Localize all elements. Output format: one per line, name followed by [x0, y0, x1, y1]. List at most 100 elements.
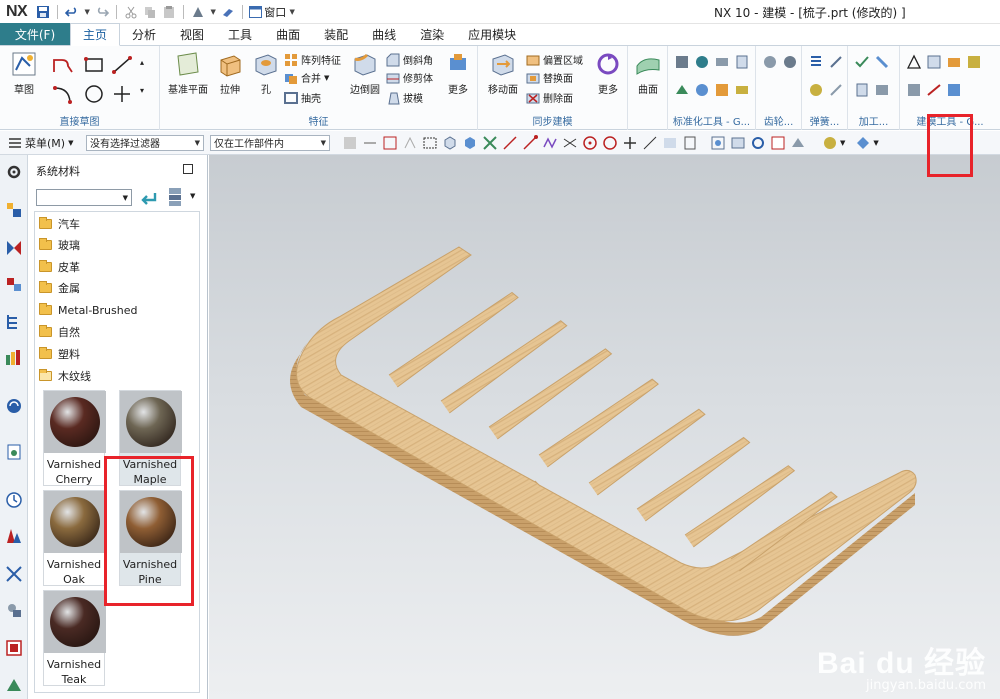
- tab-assembly[interactable]: 装配: [312, 23, 360, 45]
- undo-icon[interactable]: [64, 4, 80, 20]
- spring-tool-2-icon[interactable]: [828, 54, 844, 70]
- modeling-tool-4-icon[interactable]: [966, 54, 982, 70]
- folder-metal[interactable]: 金属: [39, 278, 80, 298]
- sketch-more-down-icon[interactable]: ▾: [140, 86, 144, 95]
- line-icon[interactable]: [112, 56, 132, 74]
- sketch-button[interactable]: 草图: [6, 50, 42, 96]
- select-tool-2-icon[interactable]: [362, 135, 378, 151]
- tab-surface[interactable]: 曲面: [264, 23, 312, 45]
- rectangle-icon[interactable]: [84, 56, 104, 74]
- folder-nature[interactable]: 自然: [39, 322, 80, 342]
- display-options-icon[interactable]: [855, 135, 871, 151]
- repeat-command-icon[interactable]: [190, 4, 206, 20]
- tab-home[interactable]: 主页: [70, 23, 121, 46]
- snap-quadrant-icon[interactable]: [602, 135, 618, 151]
- machining-tool-1-icon[interactable]: [854, 54, 870, 70]
- view-mode-icon[interactable]: [168, 187, 182, 207]
- manufacturing-wizard-icon[interactable]: [5, 601, 23, 619]
- std-tool-6-icon[interactable]: [694, 82, 710, 98]
- move-face-button[interactable]: 移动面: [484, 50, 522, 96]
- edge-blend-button[interactable]: 边倒圆: [346, 50, 384, 96]
- fit-view-icon[interactable]: [710, 135, 726, 151]
- tab-application[interactable]: 应用模块: [456, 23, 528, 45]
- tab-curve[interactable]: 曲线: [360, 23, 408, 45]
- spring-tool-1-icon[interactable]: [808, 54, 824, 70]
- spring-tool-4-icon[interactable]: [828, 82, 844, 98]
- circle-icon[interactable]: [84, 84, 104, 104]
- std-tool-1-icon[interactable]: [674, 54, 690, 70]
- modeling-tool-2-icon[interactable]: [926, 54, 942, 70]
- settings-gear-icon[interactable]: [5, 163, 23, 181]
- sketch-more-up-icon[interactable]: ▴: [140, 58, 144, 67]
- tab-tools[interactable]: 工具: [216, 23, 264, 45]
- snap-face-icon[interactable]: [662, 135, 678, 151]
- constraint-navigator-icon[interactable]: [5, 275, 23, 293]
- material-filter-combo[interactable]: ▼: [36, 189, 132, 206]
- offset-region-button[interactable]: 偏置区域: [526, 52, 583, 67]
- background-dropdown-icon[interactable]: ▼: [840, 139, 845, 147]
- material-varnished-oak[interactable]: Varnished Oak: [43, 490, 106, 586]
- view-mode-dropdown-icon[interactable]: ▼: [190, 192, 195, 200]
- modeling-tool-3-icon[interactable]: [946, 54, 962, 70]
- modeling-tool-6-icon[interactable]: [926, 82, 942, 98]
- palette-icon[interactable]: [5, 527, 23, 545]
- main-menu-button[interactable]: 菜单(M) ▼: [8, 135, 80, 151]
- snap-point-icon[interactable]: [622, 135, 638, 151]
- rotate-view-icon[interactable]: [750, 135, 766, 151]
- material-varnished-teak[interactable]: Varnished Teak: [43, 590, 106, 686]
- std-tool-8-icon[interactable]: [734, 82, 750, 98]
- redo-icon[interactable]: [94, 4, 110, 20]
- pattern-feature-button[interactable]: 阵列特征: [284, 52, 341, 67]
- select-tool-3-icon[interactable]: [382, 135, 398, 151]
- folder-automotive[interactable]: 汽车: [39, 214, 80, 234]
- extrude-button[interactable]: 拉伸: [212, 50, 248, 96]
- tab-render[interactable]: 渲染: [408, 23, 456, 45]
- clock-icon[interactable]: [5, 491, 23, 509]
- folder-plastic[interactable]: 塑料: [39, 344, 80, 364]
- select-tool-4-icon[interactable]: [402, 135, 418, 151]
- hole-button[interactable]: 孔: [248, 50, 284, 96]
- snap-grid-icon[interactable]: [482, 135, 498, 151]
- machining-tool-4-icon[interactable]: [874, 82, 890, 98]
- selection-scope-combo[interactable]: 仅在工作部件内 ▼: [210, 134, 330, 151]
- modeling-tool-7-icon[interactable]: [946, 82, 962, 98]
- system-scene-icon[interactable]: [5, 675, 23, 693]
- snap-center-icon[interactable]: [582, 135, 598, 151]
- undo-dropdown-icon[interactable]: ▼: [83, 8, 91, 16]
- profile-icon[interactable]: [52, 56, 74, 76]
- spring-tool-3-icon[interactable]: [808, 82, 824, 98]
- std-tool-5-icon[interactable]: [674, 82, 690, 98]
- comb-model[interactable]: [209, 155, 1000, 699]
- material-varnished-cherry[interactable]: Varnished Cherry: [43, 390, 106, 486]
- folder-leather[interactable]: 皮革: [39, 257, 80, 277]
- chamfer-button[interactable]: 倒斜角: [386, 52, 433, 67]
- part-navigator-icon[interactable]: [5, 201, 23, 219]
- snap-on-curve-icon[interactable]: [642, 135, 658, 151]
- snap-intersect-icon[interactable]: [562, 135, 578, 151]
- point-icon[interactable]: [112, 84, 132, 104]
- std-tool-7-icon[interactable]: [714, 82, 730, 98]
- folder-glass[interactable]: 玻璃: [39, 235, 80, 255]
- gear-tool-2-icon[interactable]: [782, 54, 798, 70]
- select-tool-1-icon[interactable]: [342, 135, 358, 151]
- snap-end-icon[interactable]: [522, 134, 538, 151]
- trim-body-button[interactable]: 修剪体: [386, 70, 433, 85]
- sync-more-button[interactable]: 更多: [590, 50, 626, 96]
- display-options-dropdown-icon[interactable]: ▼: [873, 139, 878, 147]
- std-tool-3-icon[interactable]: [714, 54, 730, 70]
- triangle-tool-icon[interactable]: [906, 54, 922, 70]
- process-studio-icon[interactable]: [5, 565, 23, 583]
- delete-face-button[interactable]: 删除面: [526, 90, 573, 105]
- reuse-library-icon[interactable]: [5, 313, 23, 331]
- tab-file[interactable]: 文件(F): [0, 23, 70, 45]
- back-arrow-icon[interactable]: [140, 190, 158, 206]
- snap-bounded-icon[interactable]: [682, 135, 698, 151]
- feature-more-button[interactable]: 更多: [440, 50, 476, 96]
- roles-icon[interactable]: [5, 639, 23, 657]
- machining-tool-2-icon[interactable]: [874, 54, 890, 70]
- background-sphere-icon[interactable]: [822, 135, 838, 151]
- assembly-navigator-icon[interactable]: [5, 239, 23, 257]
- surface-button[interactable]: 曲面: [630, 50, 666, 96]
- panel-maximize-icon[interactable]: [183, 164, 193, 174]
- datum-plane-button[interactable]: 基准平面: [166, 50, 210, 96]
